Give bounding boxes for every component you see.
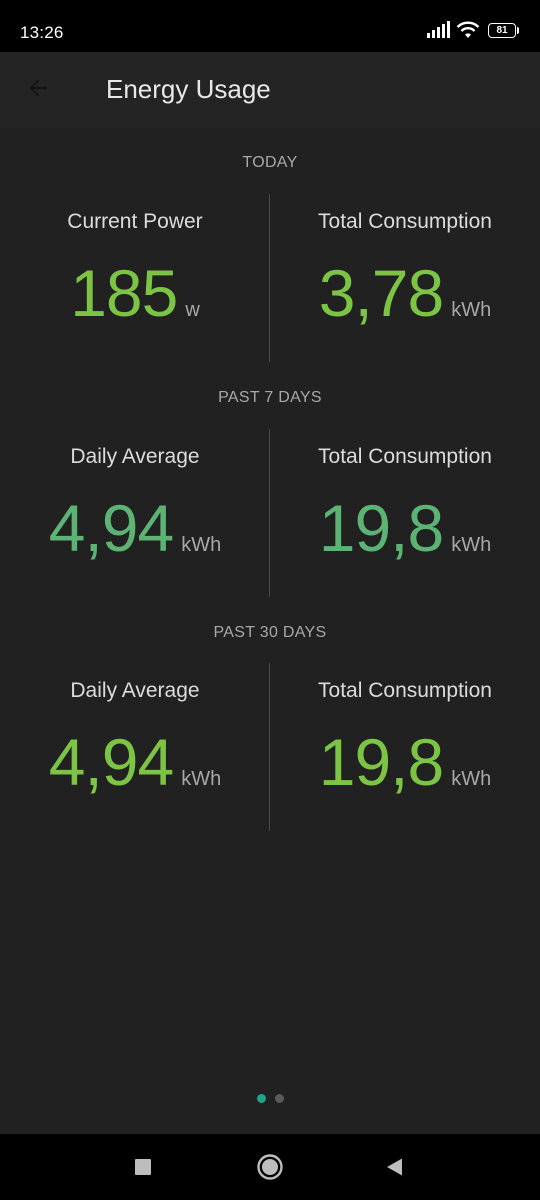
status-time: 13:26	[20, 23, 64, 42]
stat-label: Total Consumption	[318, 679, 492, 702]
stats-row-today: Current Power 185 w Total Consumption 3,7…	[0, 194, 540, 362]
stat-total-consumption-today: Total Consumption 3,78 kWh	[270, 194, 540, 362]
signal-icon	[427, 21, 450, 38]
stats-row-past-30-days: Daily Average 4,94 kWh Total Consumption …	[0, 663, 540, 831]
stat-unit: kWh	[181, 768, 222, 790]
recents-button[interactable]	[126, 1150, 160, 1184]
triangle-back-icon	[387, 1158, 402, 1176]
wifi-icon	[456, 21, 480, 38]
app-bar: Energy Usage	[0, 52, 540, 128]
stat-label: Current Power	[67, 210, 203, 233]
stat-label: Total Consumption	[318, 445, 492, 468]
stat-label: Daily Average	[70, 679, 200, 702]
stat-value: 19,8	[318, 725, 444, 799]
stat-current-power: Current Power 185 w	[0, 194, 270, 362]
stat-value: 4,94	[48, 491, 174, 565]
stat-unit: kWh	[451, 768, 492, 790]
stat-total-consumption-30-days: Total Consumption 19,8 kWh	[270, 663, 540, 831]
stat-value: 4,94	[48, 725, 174, 799]
home-button[interactable]	[253, 1150, 287, 1184]
stat-value: 185	[70, 256, 178, 330]
stat-unit: kWh	[451, 299, 492, 321]
stat-unit: w	[185, 299, 200, 321]
nav-back-button[interactable]	[377, 1150, 411, 1184]
section-header-past-30-days: PAST 30 DAYS	[213, 624, 327, 641]
battery-level: 81	[496, 24, 508, 36]
stat-label: Total Consumption	[318, 210, 492, 233]
stat-daily-average-7-days: Daily Average 4,94 kWh	[0, 429, 270, 597]
section-header-past-7-days: PAST 7 DAYS	[218, 389, 322, 406]
stats-row-past-7-days: Daily Average 4,94 kWh Total Consumption …	[0, 429, 540, 597]
section-header-today: TODAY	[242, 154, 298, 171]
stat-daily-average-30-days: Daily Average 4,94 kWh	[0, 663, 270, 831]
system-nav-bar	[0, 1134, 540, 1200]
battery-icon: 81	[488, 22, 519, 38]
stat-unit: kWh	[451, 534, 492, 556]
square-icon	[135, 1159, 151, 1175]
stat-value: 3,78	[318, 256, 444, 330]
stat-total-consumption-7-days: Total Consumption 19,8 kWh	[270, 429, 540, 597]
arrow-left-icon	[29, 79, 47, 97]
status-bar: 13:26 81	[0, 0, 540, 52]
back-button[interactable]	[18, 68, 58, 108]
stat-value: 19,8	[318, 491, 444, 565]
page-indicator	[0, 1094, 540, 1103]
page-dot-inactive[interactable]	[274, 1094, 284, 1103]
stat-label: Daily Average	[70, 445, 200, 468]
page-title: Energy Usage	[106, 74, 271, 104]
circle-icon	[257, 1154, 283, 1180]
status-icons: 81	[426, 21, 519, 39]
stat-unit: kWh	[181, 534, 222, 556]
page-dot-active[interactable]	[256, 1094, 266, 1103]
